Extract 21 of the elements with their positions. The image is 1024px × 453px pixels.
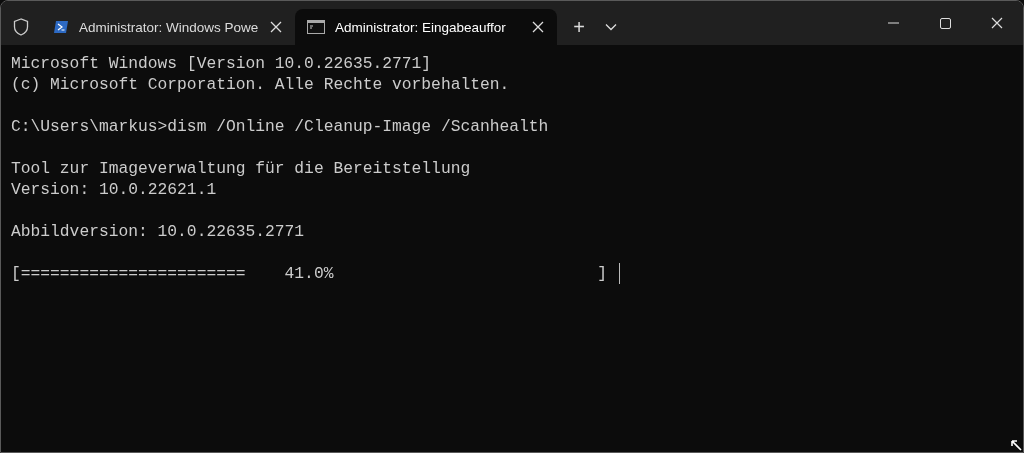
terminal-icon <box>307 20 325 34</box>
terminal-line: Version: 10.0.22621.1 <box>11 179 217 200</box>
maximize-icon <box>939 17 951 29</box>
chevron-down-icon <box>605 23 617 31</box>
minimize-icon <box>887 22 899 24</box>
terminal-line: [======================= 41.0% ] <box>11 263 607 284</box>
terminal-line: Microsoft Windows [Version 10.0.22635.2771] <box>11 53 432 74</box>
tab[interactable]: Administrator: Eingabeauffor <box>295 9 557 45</box>
shield-icon <box>13 18 29 36</box>
terminal-line: Tool zur Imageverwaltung für die Bereitstellung <box>11 158 471 179</box>
close-icon[interactable] <box>531 20 545 34</box>
powershell-icon <box>53 19 69 35</box>
close-icon <box>991 17 1003 29</box>
tab[interactable]: Administrator: Windows Powe <box>41 9 295 45</box>
text-cursor <box>619 263 620 284</box>
new-tab-button[interactable]: + <box>563 9 595 45</box>
resize-grip-icon[interactable] <box>1011 440 1022 451</box>
close-icon[interactable] <box>269 20 283 34</box>
terminal-line: Abbildversion: 10.0.22635.2771 <box>11 221 305 242</box>
terminal-line: (c) Microsoft Corporation. Alle Rechte vorbehalten. <box>11 74 510 95</box>
terminal-line: C:\Users\markus>dism /Online /Cleanup-Image /Scanhealth <box>11 116 549 137</box>
